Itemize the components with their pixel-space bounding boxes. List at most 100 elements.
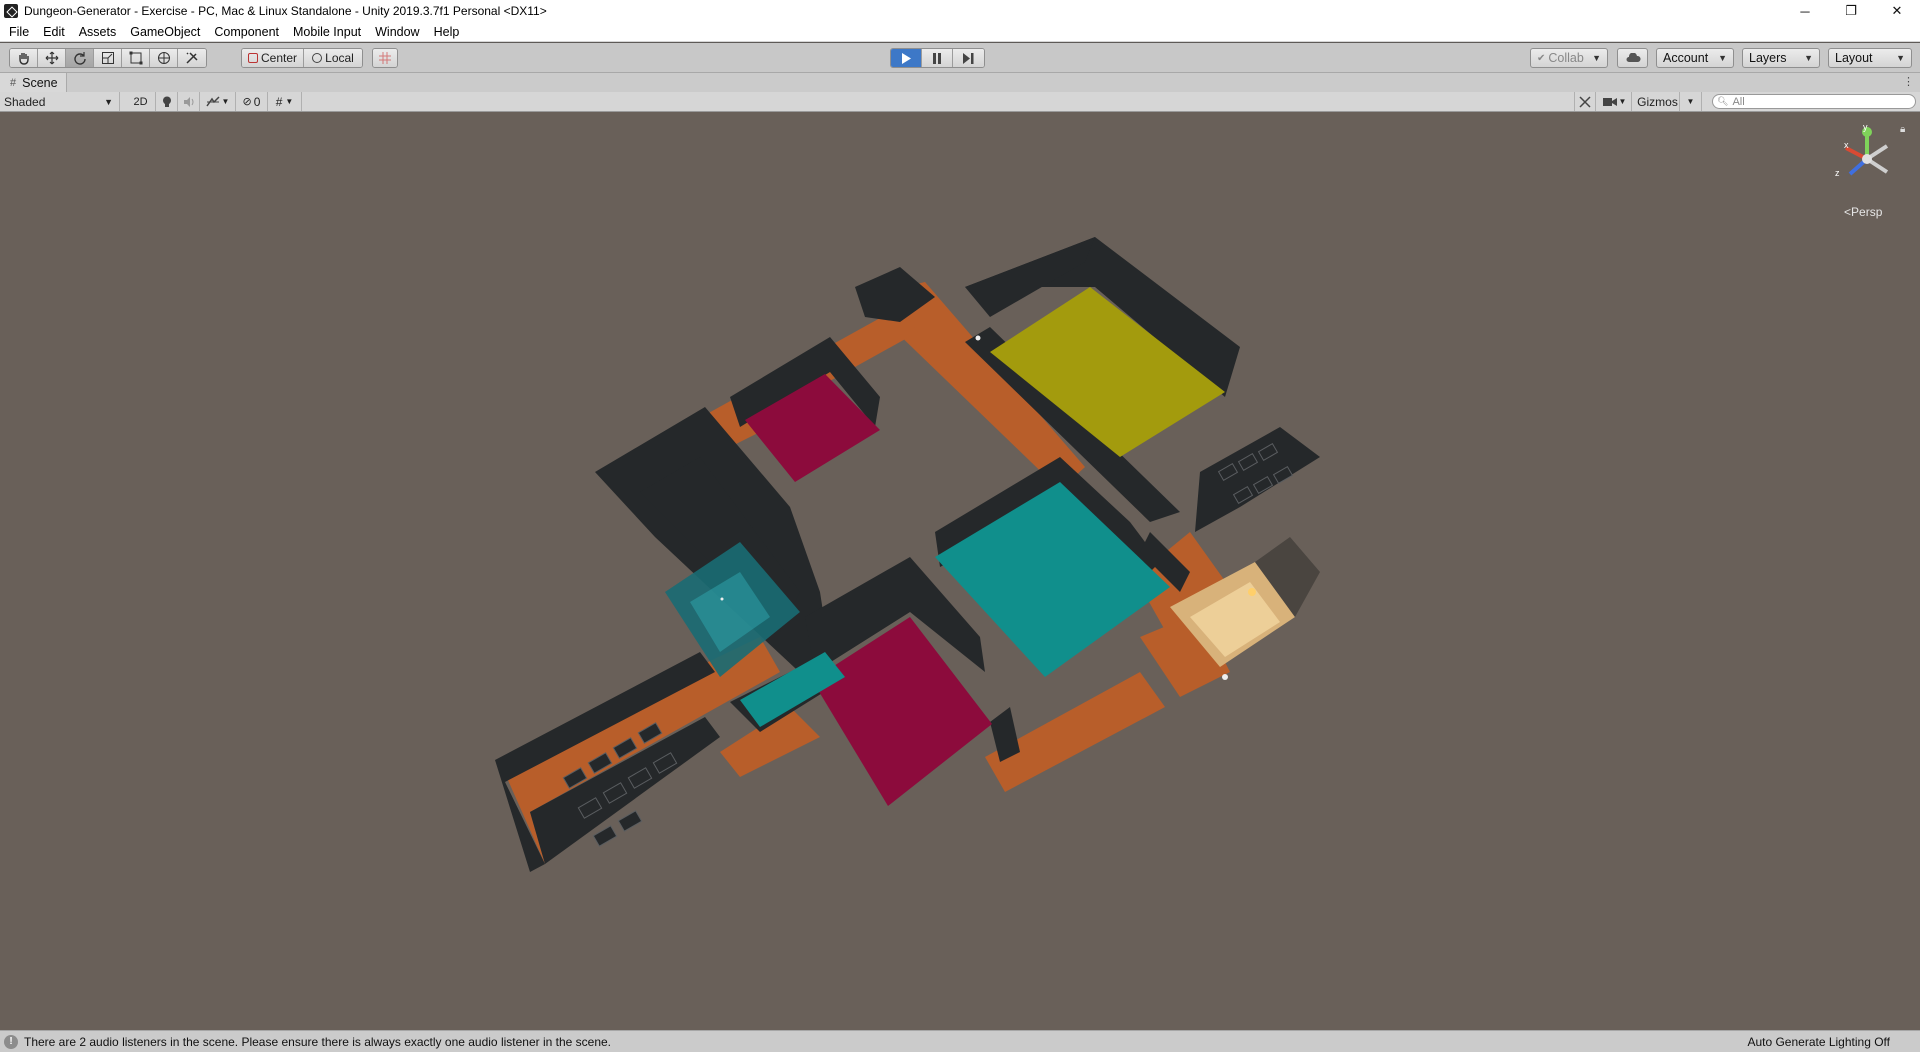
status-bar: ! There are 2 audio listeners in the sce… bbox=[0, 1030, 1920, 1052]
effects-icon bbox=[205, 95, 220, 106]
custom-tool-button[interactable] bbox=[178, 49, 206, 67]
pause-button[interactable] bbox=[922, 49, 953, 67]
menu-gameobject[interactable]: GameObject bbox=[123, 25, 207, 39]
projection-toggle[interactable]: <Persp bbox=[1844, 205, 1882, 219]
search-icon: 🔍︎ bbox=[1717, 96, 1729, 106]
snap-tools bbox=[372, 48, 398, 68]
lighting-toggle[interactable] bbox=[156, 92, 178, 111]
lock-icon[interactable]: 🔒︎ bbox=[1900, 124, 1905, 135]
account-label: Account bbox=[1663, 51, 1709, 65]
scene-tools-button[interactable] bbox=[1574, 92, 1596, 111]
gizmos-button[interactable]: Gizmos bbox=[1636, 92, 1680, 111]
hidden-count: 0 bbox=[253, 94, 261, 109]
play-button[interactable] bbox=[891, 49, 922, 67]
gizmos-dropdown[interactable]: ▼ bbox=[1680, 92, 1702, 111]
effects-dropdown[interactable]: ▼ bbox=[200, 92, 236, 111]
projection-arrow-icon: < bbox=[1844, 205, 1852, 219]
status-message[interactable]: There are 2 audio listeners in the scene… bbox=[24, 1035, 611, 1049]
chevron-down-icon: ▼ bbox=[285, 97, 294, 106]
scene-hash-icon: # bbox=[10, 76, 17, 89]
scale-tool-button[interactable] bbox=[94, 49, 122, 67]
local-space-icon bbox=[312, 53, 323, 63]
scene-tab-label: Scene bbox=[22, 75, 58, 90]
camera-icon bbox=[1602, 97, 1617, 106]
lighting-status: Auto Generate Lighting Off bbox=[1747, 1034, 1890, 1049]
menu-bar: File Edit Assets GameObject Component Mo… bbox=[0, 22, 1920, 42]
wall-east-stalls bbox=[1195, 427, 1320, 532]
scene-viewport[interactable]: y x z 🔒︎ <Persp bbox=[0, 112, 1920, 1030]
gizmo-x-label: x bbox=[1844, 140, 1849, 150]
collab-check-icon: ✔ bbox=[1537, 52, 1546, 64]
tab-scene[interactable]: # Scene bbox=[0, 73, 67, 92]
draw-mode-label: Shaded bbox=[4, 94, 46, 109]
tab-menu-icon[interactable]: ⋮ bbox=[1903, 75, 1914, 88]
window-titlebar: Dungeon-Generator - Exercise - PC, Mac &… bbox=[0, 0, 1920, 22]
layout-dropdown[interactable]: Layout ▼ bbox=[1828, 48, 1912, 68]
minimize-button[interactable]: ─ bbox=[1782, 0, 1828, 22]
gizmo-z-label: z bbox=[1835, 168, 1840, 178]
menu-component[interactable]: Component bbox=[207, 25, 286, 39]
move-tool-button[interactable] bbox=[38, 49, 66, 67]
account-dropdown[interactable]: Account ▼ bbox=[1656, 48, 1734, 68]
menu-assets[interactable]: Assets bbox=[72, 25, 124, 39]
pivot-rotation-label: Local bbox=[325, 51, 354, 65]
grid-dropdown[interactable]: # ▼ bbox=[268, 92, 302, 111]
scene-marker bbox=[1222, 674, 1228, 680]
pivot-mode-label: Center bbox=[260, 51, 298, 65]
rect-icon bbox=[129, 51, 142, 65]
scene-marker bbox=[720, 597, 724, 601]
audio-toggle[interactable] bbox=[178, 92, 200, 111]
grid-icon: # bbox=[275, 94, 283, 109]
chevron-down-icon: ▼ bbox=[1618, 97, 1627, 106]
unity-logo-icon bbox=[4, 4, 18, 18]
pause-icon bbox=[933, 52, 941, 64]
dungeon-scene bbox=[495, 237, 1320, 872]
pivot-center-icon bbox=[247, 53, 258, 63]
layout-label: Layout bbox=[1835, 51, 1873, 65]
main-toolbar: Center Local ✔ Collab ▼ Account ▼ Layers… bbox=[0, 43, 1920, 73]
orientation-gizmo[interactable]: y x z bbox=[1832, 124, 1902, 194]
chevron-down-icon: ▼ bbox=[104, 96, 113, 107]
menu-mobile-input[interactable]: Mobile Input bbox=[286, 25, 368, 39]
chevron-down-icon: ▼ bbox=[1804, 53, 1813, 63]
restore-button[interactable]: ❐ bbox=[1828, 0, 1874, 22]
transform-icon bbox=[157, 52, 170, 64]
step-button[interactable] bbox=[953, 49, 984, 67]
camera-dropdown[interactable]: ▼ bbox=[1598, 92, 1632, 111]
chevron-down-icon: ▼ bbox=[1686, 97, 1695, 106]
menu-help[interactable]: Help bbox=[427, 25, 467, 39]
cloud-button[interactable] bbox=[1617, 48, 1648, 68]
rotate-icon bbox=[73, 52, 86, 65]
pivot-tools: Center Local bbox=[241, 48, 363, 68]
transform-tools bbox=[9, 48, 207, 68]
hand-tool-button[interactable] bbox=[10, 49, 38, 67]
collab-label: Collab bbox=[1548, 51, 1584, 65]
grid-snap-button[interactable] bbox=[373, 49, 397, 67]
pivot-mode-button[interactable]: Center bbox=[242, 49, 304, 67]
scene-search-input[interactable]: 🔍︎ All bbox=[1712, 94, 1916, 109]
rect-tool-button[interactable] bbox=[122, 49, 150, 67]
chevron-down-icon: ▼ bbox=[221, 97, 230, 106]
playmode-tools bbox=[890, 48, 985, 68]
menu-file[interactable]: File bbox=[2, 25, 36, 39]
torch-light bbox=[1248, 588, 1256, 596]
hidden-objects-toggle[interactable]: ⊘ 0 bbox=[236, 92, 268, 111]
layers-dropdown[interactable]: Layers ▼ bbox=[1742, 48, 1820, 68]
menu-window[interactable]: Window bbox=[368, 25, 426, 39]
move-icon bbox=[45, 51, 58, 65]
close-button[interactable]: ✕ bbox=[1874, 0, 1920, 22]
pivot-rotation-button[interactable]: Local bbox=[304, 49, 362, 67]
draw-mode-dropdown[interactable]: Shaded ▼ bbox=[0, 92, 120, 111]
rotate-tool-button[interactable] bbox=[66, 49, 94, 67]
collab-dropdown[interactable]: ✔ Collab ▼ bbox=[1530, 48, 1608, 68]
menu-edit[interactable]: Edit bbox=[36, 25, 72, 39]
transform-tool-button[interactable] bbox=[150, 49, 178, 67]
chevron-down-icon: ▼ bbox=[1592, 53, 1601, 63]
gizmo-y-label: y bbox=[1863, 124, 1868, 132]
eye-hidden-icon: ⊘ bbox=[242, 96, 252, 108]
play-icon bbox=[902, 52, 911, 64]
step-icon bbox=[963, 52, 974, 64]
layers-label: Layers bbox=[1749, 51, 1787, 65]
cloud-icon bbox=[1626, 53, 1641, 62]
2d-toggle[interactable]: 2D bbox=[126, 92, 156, 111]
